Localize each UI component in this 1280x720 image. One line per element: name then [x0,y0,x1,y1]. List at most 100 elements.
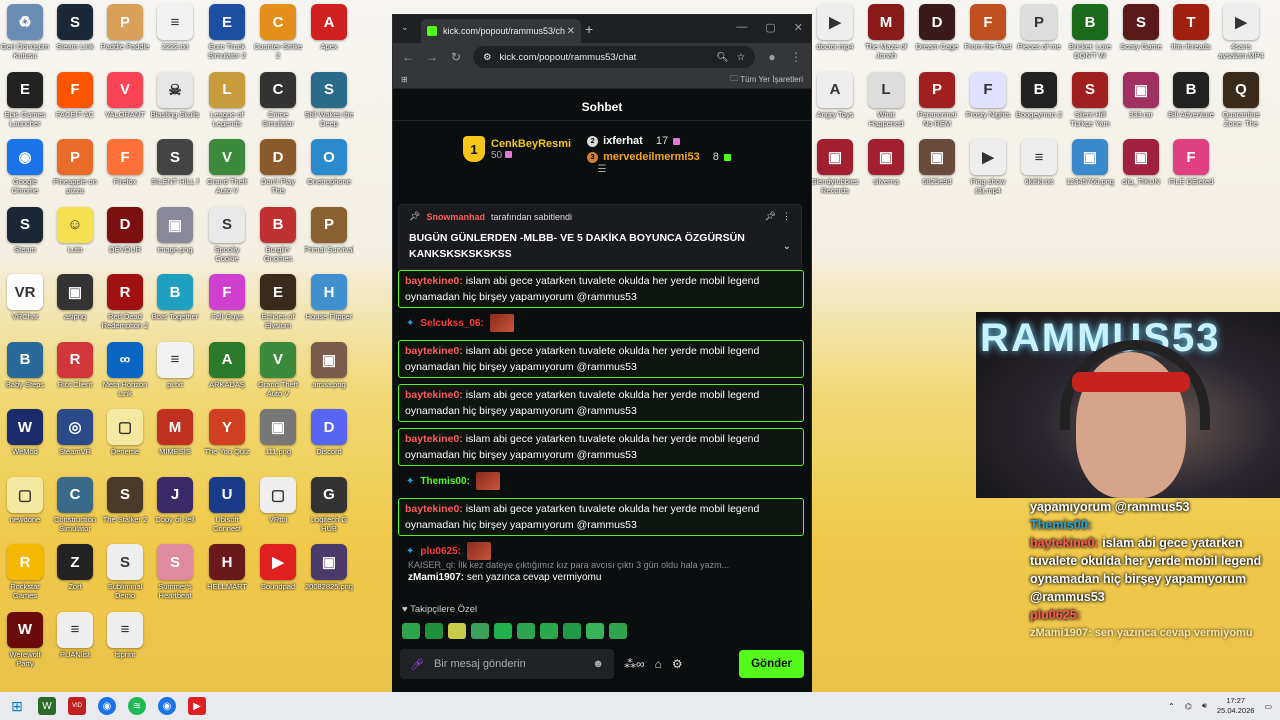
desktop-icon[interactable]: ▣ 333.rar [1116,71,1166,128]
send-button[interactable]: Gönder [739,650,804,678]
desktop-icon[interactable]: D Don't Play This [253,139,303,195]
desktop-icon[interactable]: ▣ 12345760.png [1065,139,1115,195]
desktop-icon[interactable]: ▶ Soundpad [253,544,303,600]
desktop-icon[interactable]: S Steam Link [50,4,100,60]
desktop-icon[interactable]: C Crime Simulator [253,71,303,128]
network-icon[interactable]: ⌬ [1185,702,1192,711]
chevron-down-icon[interactable]: ⌄ [783,241,791,252]
desktop-icon[interactable]: P Paranormal No REM [912,71,962,128]
desktop-icon[interactable]: R Red Dead Redemption 2 [100,274,150,330]
desktop-icon[interactable]: G Logitech G HUB [304,476,354,533]
desktop-icon[interactable]: F Frosty Nights [963,71,1013,128]
chat-username[interactable]: zMami1907: [408,572,464,583]
desktop-icon[interactable]: ◎ SteamVR [50,409,100,465]
reload-icon[interactable]: ↻ [449,50,463,64]
desktop-icon[interactable]: Y The You Quiz [202,409,252,465]
desktop-icon[interactable]: S SILENT HILL f [150,139,200,195]
desktop-icon[interactable]: S Spooky Cookie [202,206,252,263]
new-tab-icon[interactable]: + [585,21,593,37]
leaderboard-first[interactable]: 1 CenkBeyResmi 50 [463,136,571,162]
desktop-icon[interactable]: B Baby Steps [0,341,50,398]
tab-search-icon[interactable]: ⌄ [401,22,409,33]
more-options-icon[interactable]: ⋮ [782,211,791,222]
desktop-icon[interactable]: C Counter-Strike 2 [253,4,303,60]
chat-username[interactable]: Themis00: [420,476,469,487]
browser-tab[interactable]: kick.com/popout/rammus53/ch ✕ [421,19,581,43]
chat-username[interactable]: baytekine0: [405,275,463,287]
desktop-icon[interactable]: ▣ amaa.png [304,341,354,398]
chat-username[interactable]: baytekine0: [405,433,463,445]
clock[interactable]: 17:27 25.04.2026 [1217,696,1255,716]
desktop-icon[interactable]: ▢ Deneme [100,409,150,465]
close-window-icon[interactable]: ✕ [794,21,803,34]
emote-icon[interactable] [494,623,512,639]
desktop-icon[interactable]: P Pineapple on pizza [50,139,100,195]
store-icon[interactable]: ⌂ [655,657,662,671]
chrome-taskbar-icon[interactable]: ◉ [158,697,176,715]
desktop-icon[interactable]: S Still Wakes the Deep [304,71,354,128]
desktop-icon[interactable]: R Rockstar Games [0,544,50,600]
menu-icon[interactable]: ⋮ [789,50,803,64]
infinity-icon[interactable]: ⁂∞ [624,657,645,671]
desktop-icon[interactable]: A ARKADAŞ [202,341,252,398]
desktop-icon[interactable]: F Firefox [100,139,150,195]
youtube-taskbar-icon[interactable]: ▶ [188,697,206,715]
all-bookmarks-link[interactable]: Tüm Yer İşaretleri [740,75,803,84]
chat-username[interactable]: plu0625: [420,546,461,557]
desktop-icon[interactable]: F From the Past [963,4,1013,60]
desktop-icon[interactable]: ◉ Google Chrome [0,139,50,195]
desktop-icon[interactable]: ≡ PUANlist [50,611,100,668]
desktop-icon[interactable]: S Summer's Heartbeat [150,544,200,600]
desktop-icon[interactable]: E Euro Truck Simulator 2 [202,4,252,60]
emoji-icon[interactable]: ☻ [592,658,604,670]
notification-icon[interactable]: ▭ [1264,702,1272,711]
minimize-icon[interactable]: — [736,21,747,34]
volume-icon[interactable]: 🔊︎ [1202,701,1207,711]
desktop-icon[interactable]: ▢ VRtoi [253,476,303,533]
desktop-icon[interactable]: M The Maze of Jonah [861,4,911,60]
url-input[interactable]: ⚙ kick.com/popout/rammus53/chat 🔍︎ ☆ [473,46,755,68]
desktop-icon[interactable]: D Discord [304,409,354,465]
desktop-icon[interactable]: ≡ pi.txt [150,341,200,398]
maximize-icon[interactable]: ▢ [765,21,775,34]
desktop-icon[interactable]: J Copy of Jell [150,476,200,533]
desktop-icon[interactable]: ▣ 111.png [253,409,303,465]
desktop-icon[interactable]: R Riot Client [50,341,100,398]
desktop-icon[interactable]: H HELLMART [202,544,252,600]
settings-icon[interactable]: ⚙ [672,657,683,671]
desktop-icon[interactable]: Q Quarantine Zone: The [1216,71,1266,128]
desktop-icon[interactable]: ▶ 4sans aysalam.MP4 [1216,4,1266,60]
desktop-icon[interactable]: F Fall Guys [202,274,252,330]
tray-chevron-icon[interactable]: ⌃ [1168,702,1175,711]
desktop-icon[interactable]: S Steam [0,206,50,263]
desktop-icon[interactable]: V Grand Theft Auto V [202,139,252,195]
chat-username[interactable]: baytekine0: [405,503,463,515]
desktop-icon[interactable]: L League of Legends [202,71,252,128]
desktop-icon[interactable]: D Dream Cage [912,4,962,60]
desktop-icon[interactable]: W Werewolf Party [0,611,50,668]
desktop-icon[interactable]: P Paddle Paddle [100,4,150,60]
desktop-icon[interactable]: ∞ Meta Horizon Link [100,341,150,398]
emote-icon[interactable] [540,623,558,639]
emote-icon[interactable] [517,623,535,639]
desktop-icon[interactable]: F FACEIT AC [50,71,100,128]
desktop-icon[interactable]: E Epic Games Launcher [0,71,50,128]
emote-icon[interactable] [586,623,604,639]
pinned-by-user[interactable]: Snowmanhad [426,212,485,222]
desktop-icon[interactable]: C Construction Simulator [50,476,100,533]
desktop-icon[interactable]: ▣ 6825e9d [912,139,962,195]
desktop-icon[interactable]: L What Happened [861,71,911,128]
desktop-icon[interactable]: ♻ Geri Dönüşüm Kutusu [0,4,50,60]
forward-icon[interactable]: → [425,50,439,64]
bookmark-star-icon[interactable]: ☆ [736,52,745,63]
desktop-icon[interactable]: ≡ 2222.txt [150,4,200,60]
leaderboard-row[interactable]: 3 mervedeilmermi53 8 [587,151,731,163]
desktop-icon[interactable]: F FILE DEleted [1166,139,1216,195]
desktop-icon[interactable]: P Pieces of me [1014,4,1064,60]
chrome-taskbar-icon[interactable]: ◉ [98,697,116,715]
desktop-icon[interactable]: E Echoes of Elysium [253,274,303,330]
desktop-icon[interactable]: H House Flipper [304,274,354,330]
desktop-icon[interactable]: ▣ asipng [50,274,100,330]
pinned-message[interactable]: 📌︎ Snowmanhad tarafından sabitlendi 📌︎ ⋮… [398,204,802,270]
collapse-handle-icon[interactable]: ☰ [598,164,607,175]
